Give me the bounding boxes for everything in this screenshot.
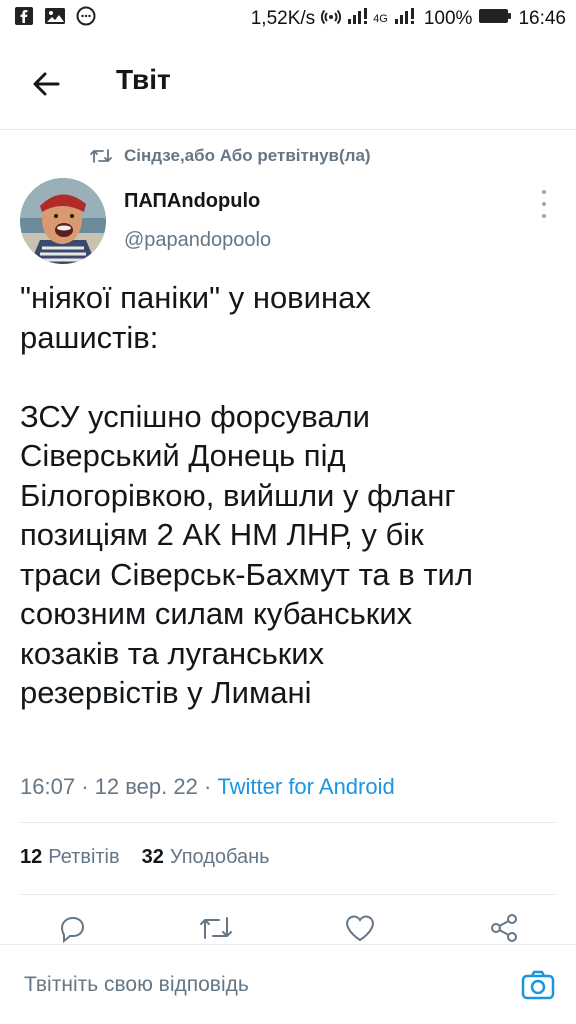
likes-count: 32	[141, 846, 164, 868]
tweet-meta: 16:07 · 12 вер. 22 · Twitter for Android	[20, 774, 395, 799]
like-button[interactable]	[340, 912, 380, 948]
reply-bar: Твітніть свою відповідь	[0, 944, 576, 1024]
battery-percent: 100%	[423, 8, 473, 29]
retweets-stat[interactable]: 12 Ретвітів	[20, 846, 120, 869]
status-bar: 1,52K/s 4G 100% 16:46	[0, 0, 576, 38]
more-options-button[interactable]	[532, 190, 556, 218]
retweet-context-text: Сіндзе,або Або ретвітнув(ла)	[124, 146, 371, 165]
battery-icon	[478, 7, 512, 31]
network-speed: 1,52K/s	[250, 8, 316, 29]
retweets-label: Ретвітів	[48, 846, 120, 868]
author-name[interactable]: ПАПAndopulo	[124, 190, 260, 213]
likes-label: Уподобань	[169, 846, 270, 868]
tweet-actions	[0, 912, 576, 948]
tweet-source-link[interactable]: Twitter for Android	[217, 774, 394, 799]
more-options-icon	[542, 190, 546, 194]
avatar[interactable]	[20, 178, 106, 264]
app-header: Твіт	[0, 38, 576, 130]
retweets-count: 12	[20, 846, 43, 868]
retweet-icon	[200, 917, 232, 939]
camera-icon	[521, 970, 555, 1000]
tweet-date: 12 вер. 22	[94, 774, 198, 799]
author-handle[interactable]: @papandopoolo	[124, 229, 271, 252]
tweet-time: 16:07	[20, 774, 76, 799]
signal-icon	[347, 6, 371, 32]
gallery-icon	[44, 6, 66, 32]
like-icon	[345, 915, 375, 942]
reply-icon	[60, 916, 85, 944]
clock: 16:46	[518, 8, 566, 29]
retweet-icon	[90, 149, 112, 163]
retweet-button[interactable]	[196, 912, 236, 948]
status-bar-notifications	[14, 6, 96, 32]
status-bar-system: 1,52K/s 4G 100% 16:46	[251, 6, 566, 32]
messenger-icon	[76, 6, 96, 32]
share-button[interactable]	[484, 912, 524, 948]
wifi-hotspot-icon	[321, 6, 342, 32]
tweet-stats: 12 Ретвітів 32 Уподобань	[20, 846, 270, 869]
network-type: 4G	[373, 13, 388, 25]
back-button[interactable]	[28, 66, 64, 102]
page-title: Твіт	[116, 64, 171, 95]
back-arrow-icon	[33, 72, 60, 96]
reply-input[interactable]: Твітніть свою відповідь	[24, 973, 249, 997]
divider	[20, 822, 556, 823]
signal-icon	[394, 6, 418, 32]
facebook-icon	[14, 6, 34, 32]
share-icon	[491, 914, 517, 942]
retweet-context[interactable]: Сіндзе,або Або ретвітнув(ла)	[90, 146, 371, 166]
reply-button[interactable]	[52, 912, 92, 948]
divider	[20, 894, 556, 895]
tweet-text: "ніякої паніки" у новинах рашистів: ЗСУ …	[20, 280, 473, 710]
likes-stat[interactable]: 32 Уподобань	[142, 846, 270, 869]
camera-button[interactable]	[520, 967, 556, 1003]
